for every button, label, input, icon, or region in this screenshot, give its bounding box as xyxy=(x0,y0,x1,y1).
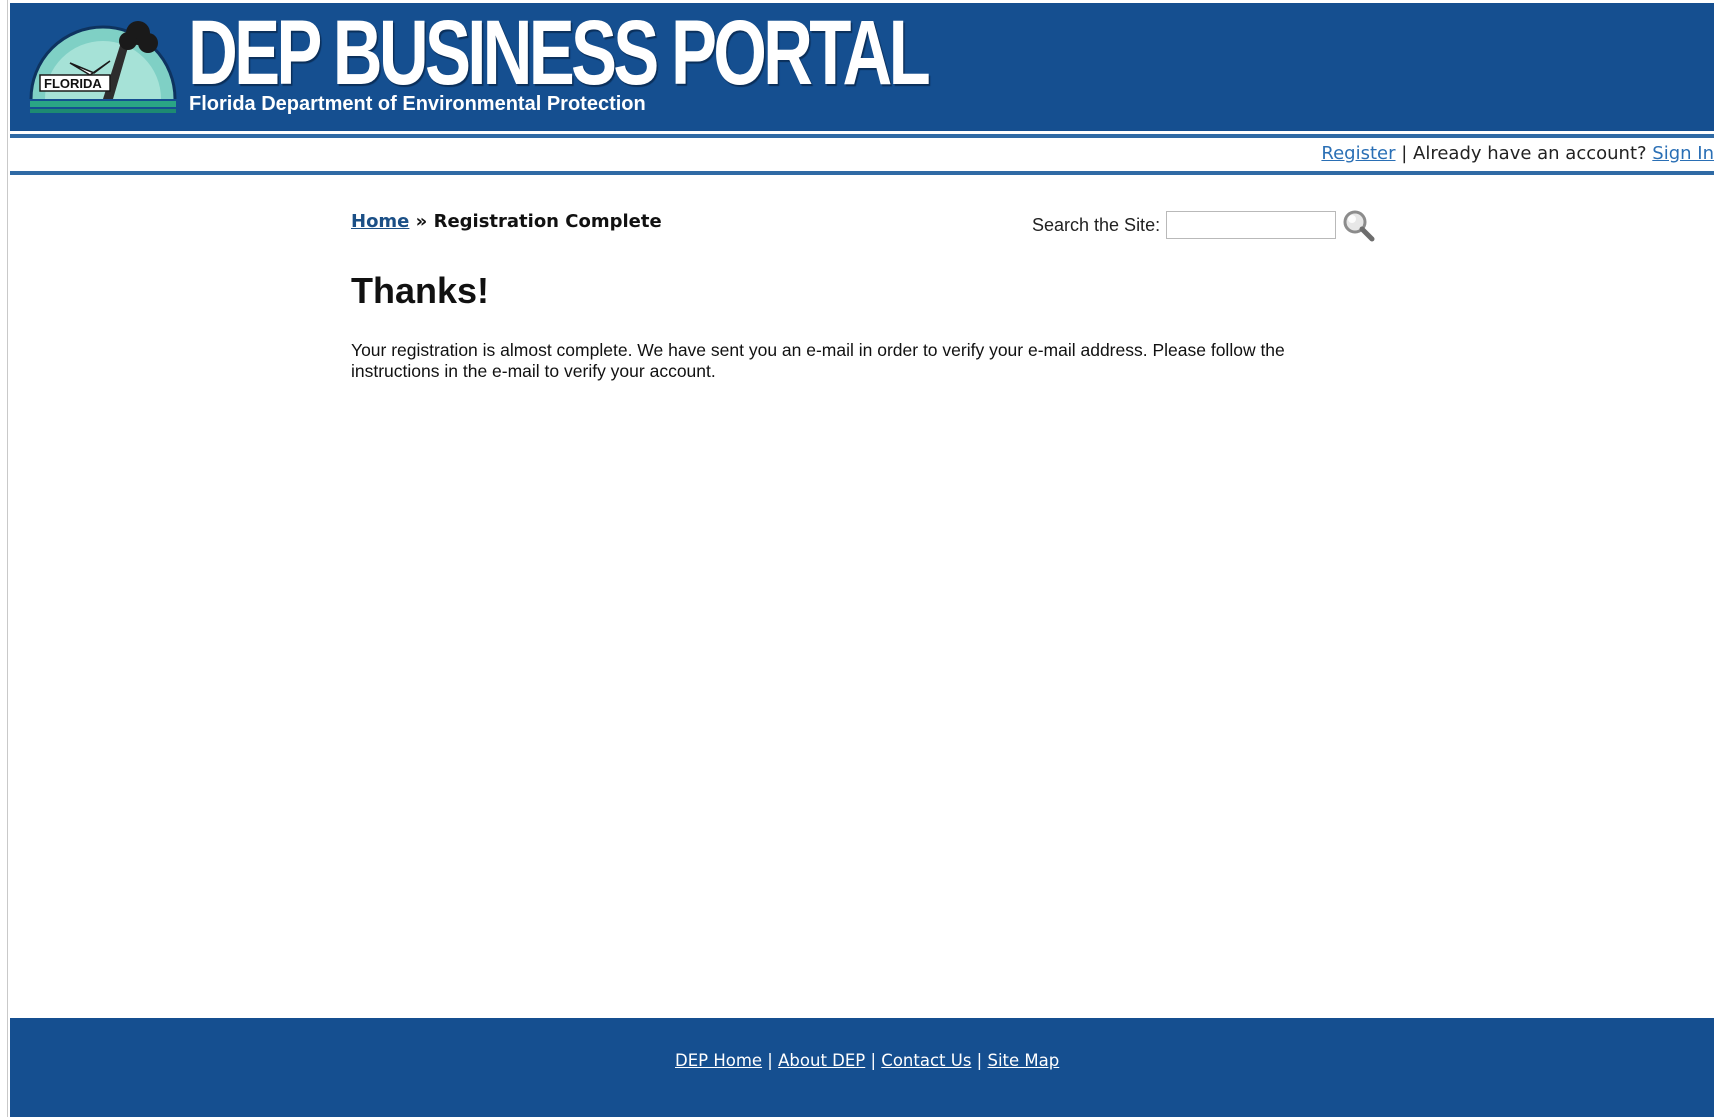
footer-link-contact-us[interactable]: Contact Us xyxy=(881,1051,971,1070)
site-header: FLORIDA DEP BUSINESS PORTAL Florida Depa… xyxy=(10,3,1714,131)
header-divider-bottom xyxy=(10,171,1714,175)
svg-text:FLORIDA: FLORIDA xyxy=(44,76,102,91)
search-input[interactable] xyxy=(1166,211,1337,239)
footer-separator: | xyxy=(865,1051,882,1070)
page-heading: Thanks! xyxy=(351,270,490,311)
left-border xyxy=(0,0,8,1117)
account-bar-separator: | xyxy=(1395,143,1414,164)
search-button[interactable] xyxy=(1340,207,1376,243)
breadcrumb: Home » Registration Complete xyxy=(351,211,662,232)
search-label: Search the Site: xyxy=(1032,214,1161,235)
breadcrumb-home-link[interactable]: Home xyxy=(351,211,409,232)
footer-link-about-dep[interactable]: About DEP xyxy=(778,1051,865,1070)
footer-link-site-map[interactable]: Site Map xyxy=(987,1051,1059,1070)
account-bar: Register | Already have an account? Sign… xyxy=(1321,143,1714,169)
sign-in-link[interactable]: Sign In xyxy=(1652,143,1714,164)
header-divider-top xyxy=(10,134,1714,138)
footer-link-dep-home[interactable]: DEP Home xyxy=(675,1051,762,1070)
search-icon xyxy=(1343,210,1375,242)
portal-title: DEP BUSINESS PORTAL xyxy=(188,2,931,104)
florida-dep-seal-logo[interactable]: FLORIDA xyxy=(28,15,178,117)
footer-separator: | xyxy=(762,1051,779,1070)
site-footer: DEP Home | About DEP | Contact Us | Site… xyxy=(10,1018,1714,1117)
footer-separator: | xyxy=(971,1051,988,1070)
account-prompt-text: Already have an account? xyxy=(1413,143,1653,164)
footer-links: DEP Home | About DEP | Contact Us | Site… xyxy=(675,1051,1059,1070)
site-search: Search the Site: xyxy=(1032,208,1376,242)
register-link[interactable]: Register xyxy=(1321,143,1395,164)
portal-subtitle: Florida Department of Environmental Prot… xyxy=(189,93,646,115)
breadcrumb-separator: » xyxy=(409,211,434,232)
breadcrumb-current: Registration Complete xyxy=(433,211,662,232)
page: FLORIDA DEP BUSINESS PORTAL Florida Depa… xyxy=(0,0,1714,1117)
registration-message: Your registration is almost complete. We… xyxy=(351,340,1285,381)
